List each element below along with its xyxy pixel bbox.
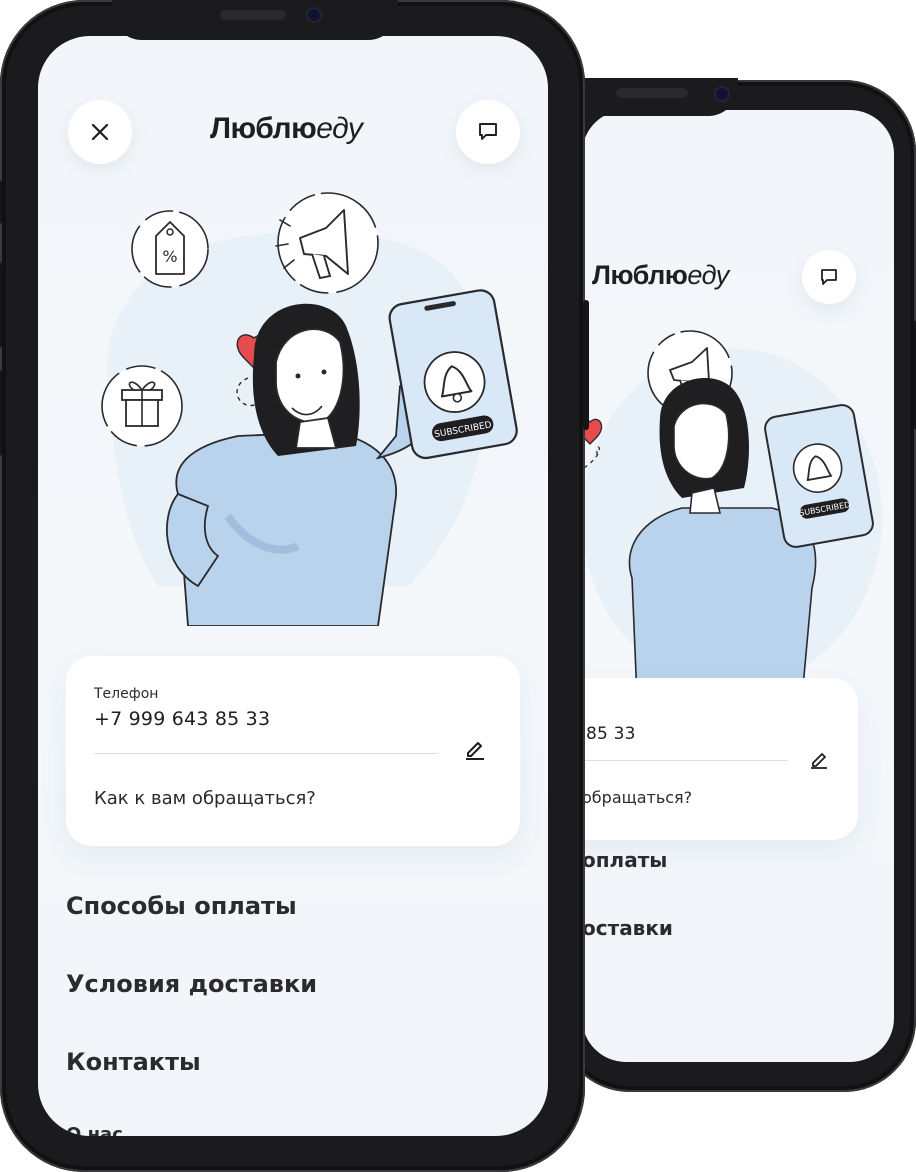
phone-label: Телефон	[94, 686, 159, 702]
notch	[112, 0, 398, 40]
menu-item-about[interactable]: О нас	[66, 1124, 123, 1136]
front-screen: Люблюеду % SUBSCRIBED Телефон +7 999 643…	[38, 36, 548, 1136]
name-field[interactable]: Как к вам обращаться?	[94, 788, 316, 809]
app-logo: Люблюеду	[592, 260, 729, 290]
close-button[interactable]	[68, 100, 132, 164]
profile-card: 85 33 обращаться?	[582, 678, 858, 840]
camera	[308, 9, 320, 21]
chat-button[interactable]	[802, 250, 856, 304]
discount-tag-icon: %	[131, 210, 209, 288]
power-button	[583, 300, 589, 430]
phone-mockup-front: Люблюеду % SUBSCRIBED Телефон +7 999 643…	[0, 0, 589, 1172]
subscription-illustration: SUBSCRIBED	[582, 330, 882, 699]
divider	[94, 753, 438, 754]
app-logo: Люблюеду	[210, 112, 363, 145]
chat-button[interactable]	[456, 100, 520, 164]
phone-value: 85 33	[586, 724, 636, 744]
speaker	[220, 10, 286, 20]
menu-item-payment[interactable]: Способы оплаты	[66, 892, 297, 920]
menu-item-payment[interactable]: оплаты	[582, 848, 667, 872]
camera	[716, 88, 728, 100]
speaker	[616, 88, 688, 98]
chat-icon	[479, 123, 497, 140]
volume-down-button	[0, 370, 2, 456]
profile-card: Телефон +7 999 643 85 33 Как к вам обращ…	[66, 656, 520, 846]
gift-icon	[101, 365, 183, 447]
megaphone-icon	[275, 192, 379, 294]
edit-icon[interactable]	[808, 748, 830, 770]
close-icon	[91, 123, 109, 141]
menu-item-delivery[interactable]: Условия доставки	[66, 970, 317, 998]
silent-switch	[0, 180, 2, 224]
svg-text:%: %	[162, 247, 177, 266]
phone-mockup-back: Люблюеду SUBSCRIBED 85 33 обращаться? оп…	[534, 78, 916, 1092]
volume-up-button	[0, 262, 2, 348]
chat-icon	[821, 269, 837, 285]
phone-value[interactable]: +7 999 643 85 33	[94, 708, 270, 730]
divider	[582, 760, 788, 761]
menu-item-delivery[interactable]: оставки	[582, 916, 673, 940]
back-screen: Люблюеду SUBSCRIBED 85 33 обращаться? оп…	[582, 110, 894, 1062]
edit-icon[interactable]	[462, 736, 488, 762]
subscription-illustration: % SUBSCRIBED	[101, 192, 518, 626]
name-field[interactable]: обращаться?	[582, 788, 692, 807]
menu-item-contacts[interactable]: Контакты	[66, 1048, 201, 1076]
